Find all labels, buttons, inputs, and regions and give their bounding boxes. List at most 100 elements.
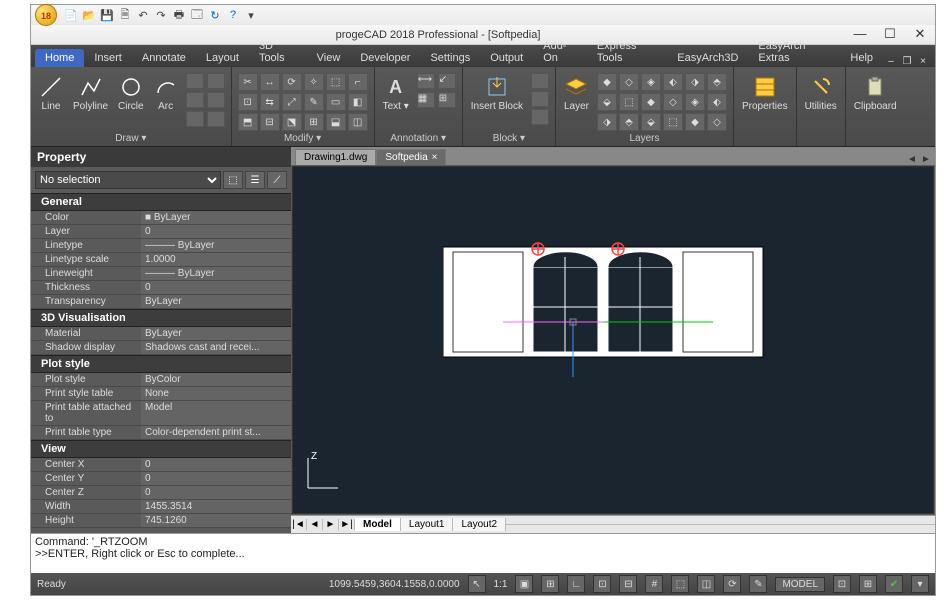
- layers-tool[interactable]: ⬘: [707, 73, 727, 91]
- tab-layout[interactable]: Layout: [196, 49, 249, 67]
- status-toggle[interactable]: #: [645, 575, 663, 593]
- draw-extra-3[interactable]: [186, 92, 204, 108]
- modify-tool[interactable]: ⇆: [260, 93, 280, 111]
- annot-tool[interactable]: ▦: [417, 92, 435, 108]
- drawing-canvas[interactable]: Z: [292, 166, 934, 514]
- layout-nav-prev[interactable]: ◄: [307, 519, 323, 530]
- property-row[interactable]: Center Z0: [31, 486, 291, 500]
- modify-tool[interactable]: ✂: [238, 73, 258, 91]
- property-value[interactable]: 1.0000: [141, 253, 291, 266]
- doc-tab[interactable]: Drawing1.dwg: [295, 149, 376, 165]
- doc-nav-next[interactable]: ►: [919, 154, 933, 165]
- property-value[interactable]: Model: [141, 401, 291, 425]
- qat-undo-icon[interactable]: ↶: [135, 7, 151, 23]
- qat-help-icon[interactable]: ?: [225, 7, 241, 23]
- property-value[interactable]: ——— ByLayer: [141, 267, 291, 280]
- property-value[interactable]: ByLayer: [141, 327, 291, 340]
- tab-output[interactable]: Output: [480, 49, 533, 67]
- property-value[interactable]: ByColor: [141, 373, 291, 386]
- status-toggle[interactable]: ⊡: [833, 575, 851, 593]
- qat-redo-icon[interactable]: ↷: [153, 7, 169, 23]
- layers-tool[interactable]: ⬙: [641, 113, 661, 131]
- clipboard-button[interactable]: Clipboard: [852, 73, 899, 114]
- window-minimize-button[interactable]: —: [845, 25, 875, 45]
- layers-tool[interactable]: ◈: [641, 73, 661, 91]
- tab-annotate[interactable]: Annotate: [132, 49, 196, 67]
- modify-tool[interactable]: ⌐: [348, 73, 368, 91]
- modify-tool[interactable]: ⊡: [238, 93, 258, 111]
- modify-tool[interactable]: ↔: [260, 73, 280, 91]
- status-toggle[interactable]: ⊡: [593, 575, 611, 593]
- property-row[interactable]: Print style tableNone: [31, 387, 291, 401]
- layout-tab-model[interactable]: Model: [355, 518, 401, 531]
- status-toggle[interactable]: ⊞: [859, 575, 877, 593]
- tab-addon[interactable]: Add-On: [533, 37, 587, 67]
- doc-tab[interactable]: Softpedia×: [376, 149, 446, 165]
- property-row[interactable]: Linetype——— ByLayer: [31, 239, 291, 253]
- modify-tool[interactable]: ◫: [348, 113, 368, 131]
- property-value[interactable]: 0: [141, 486, 291, 499]
- draw-extra-5[interactable]: [186, 111, 204, 127]
- selection-dropdown[interactable]: No selection: [35, 171, 221, 189]
- app-menu-button[interactable]: 18: [35, 4, 57, 26]
- status-toggle[interactable]: ⊞: [541, 575, 559, 593]
- tab-home[interactable]: Home: [35, 49, 84, 67]
- draw-extra-6[interactable]: [207, 111, 225, 127]
- property-value[interactable]: 1455.3514: [141, 500, 291, 513]
- layer-button[interactable]: Layer: [562, 73, 591, 114]
- block-tool[interactable]: [531, 73, 549, 89]
- layout-nav-first[interactable]: |◄: [291, 519, 307, 530]
- modify-tool[interactable]: ⬓: [326, 113, 346, 131]
- property-row[interactable]: MaterialByLayer: [31, 327, 291, 341]
- modify-tool[interactable]: ⬚: [326, 73, 346, 91]
- qat-find-icon[interactable]: ↻: [207, 7, 223, 23]
- line-button[interactable]: Line: [37, 73, 65, 114]
- arc-button[interactable]: Arc: [152, 73, 180, 114]
- modify-tool[interactable]: ⟳: [282, 73, 302, 91]
- block-tool[interactable]: [531, 109, 549, 125]
- status-model[interactable]: MODEL: [775, 577, 825, 592]
- status-toggle[interactable]: ✔: [885, 575, 903, 593]
- property-value[interactable]: Shadows cast and recei...: [141, 341, 291, 354]
- layers-tool[interactable]: ⬚: [663, 113, 683, 131]
- select-objects-icon[interactable]: ⟋: [267, 171, 287, 189]
- tab-easyarch-extras[interactable]: EasyArch Extras: [748, 37, 840, 67]
- property-value[interactable]: ——— ByLayer: [141, 239, 291, 252]
- layers-tool[interactable]: ◇: [663, 93, 683, 111]
- property-row[interactable]: Lineweight——— ByLayer: [31, 267, 291, 281]
- insert-block-button[interactable]: Insert Block: [469, 73, 525, 114]
- command-line[interactable]: Command: '_RTZOOM >>ENTER, Right click o…: [31, 533, 935, 573]
- draw-extra-4[interactable]: [207, 92, 225, 108]
- layout-nav-last[interactable]: ►|: [339, 519, 355, 530]
- property-value[interactable]: None: [141, 387, 291, 400]
- tab-easyarch3d[interactable]: EasyArch3D: [667, 49, 748, 67]
- layers-tool[interactable]: ⬖: [663, 73, 683, 91]
- property-row[interactable]: Thickness0: [31, 281, 291, 295]
- property-group-header[interactable]: View: [31, 440, 291, 458]
- property-row[interactable]: TransparencyByLayer: [31, 295, 291, 309]
- tab-developer[interactable]: Developer: [350, 49, 420, 67]
- window-close-button[interactable]: ✕: [905, 25, 935, 45]
- draw-extra-1[interactable]: [186, 73, 204, 89]
- tab-3d-tools[interactable]: 3D Tools: [249, 37, 307, 67]
- polyline-button[interactable]: Polyline: [71, 73, 110, 114]
- modify-tool[interactable]: ⬒: [238, 113, 258, 131]
- status-scale[interactable]: 1:1: [494, 579, 508, 590]
- tab-help[interactable]: Help: [840, 49, 883, 67]
- qat-save-icon[interactable]: 💾: [99, 7, 115, 23]
- status-toggle[interactable]: ◫: [697, 575, 715, 593]
- qat-saveall-icon[interactable]: 🗎: [117, 7, 133, 23]
- status-toggle[interactable]: ⬚: [671, 575, 689, 593]
- property-value[interactable]: 0: [141, 281, 291, 294]
- property-row[interactable]: Color■ ByLayer: [31, 211, 291, 225]
- modify-tool[interactable]: ✧: [304, 73, 324, 91]
- layout-nav-next[interactable]: ►: [323, 519, 339, 530]
- layout-tab-2[interactable]: Layout2: [453, 518, 506, 531]
- status-cursor-icon[interactable]: ↖: [468, 575, 486, 593]
- window-maximize-button[interactable]: ☐: [875, 25, 905, 45]
- qat-open-icon[interactable]: 📂: [81, 7, 97, 23]
- quick-select-icon[interactable]: ⬚: [223, 171, 243, 189]
- layers-tool[interactable]: ◇: [707, 113, 727, 131]
- property-row[interactable]: Center Y0: [31, 472, 291, 486]
- layers-tool[interactable]: ◆: [685, 113, 705, 131]
